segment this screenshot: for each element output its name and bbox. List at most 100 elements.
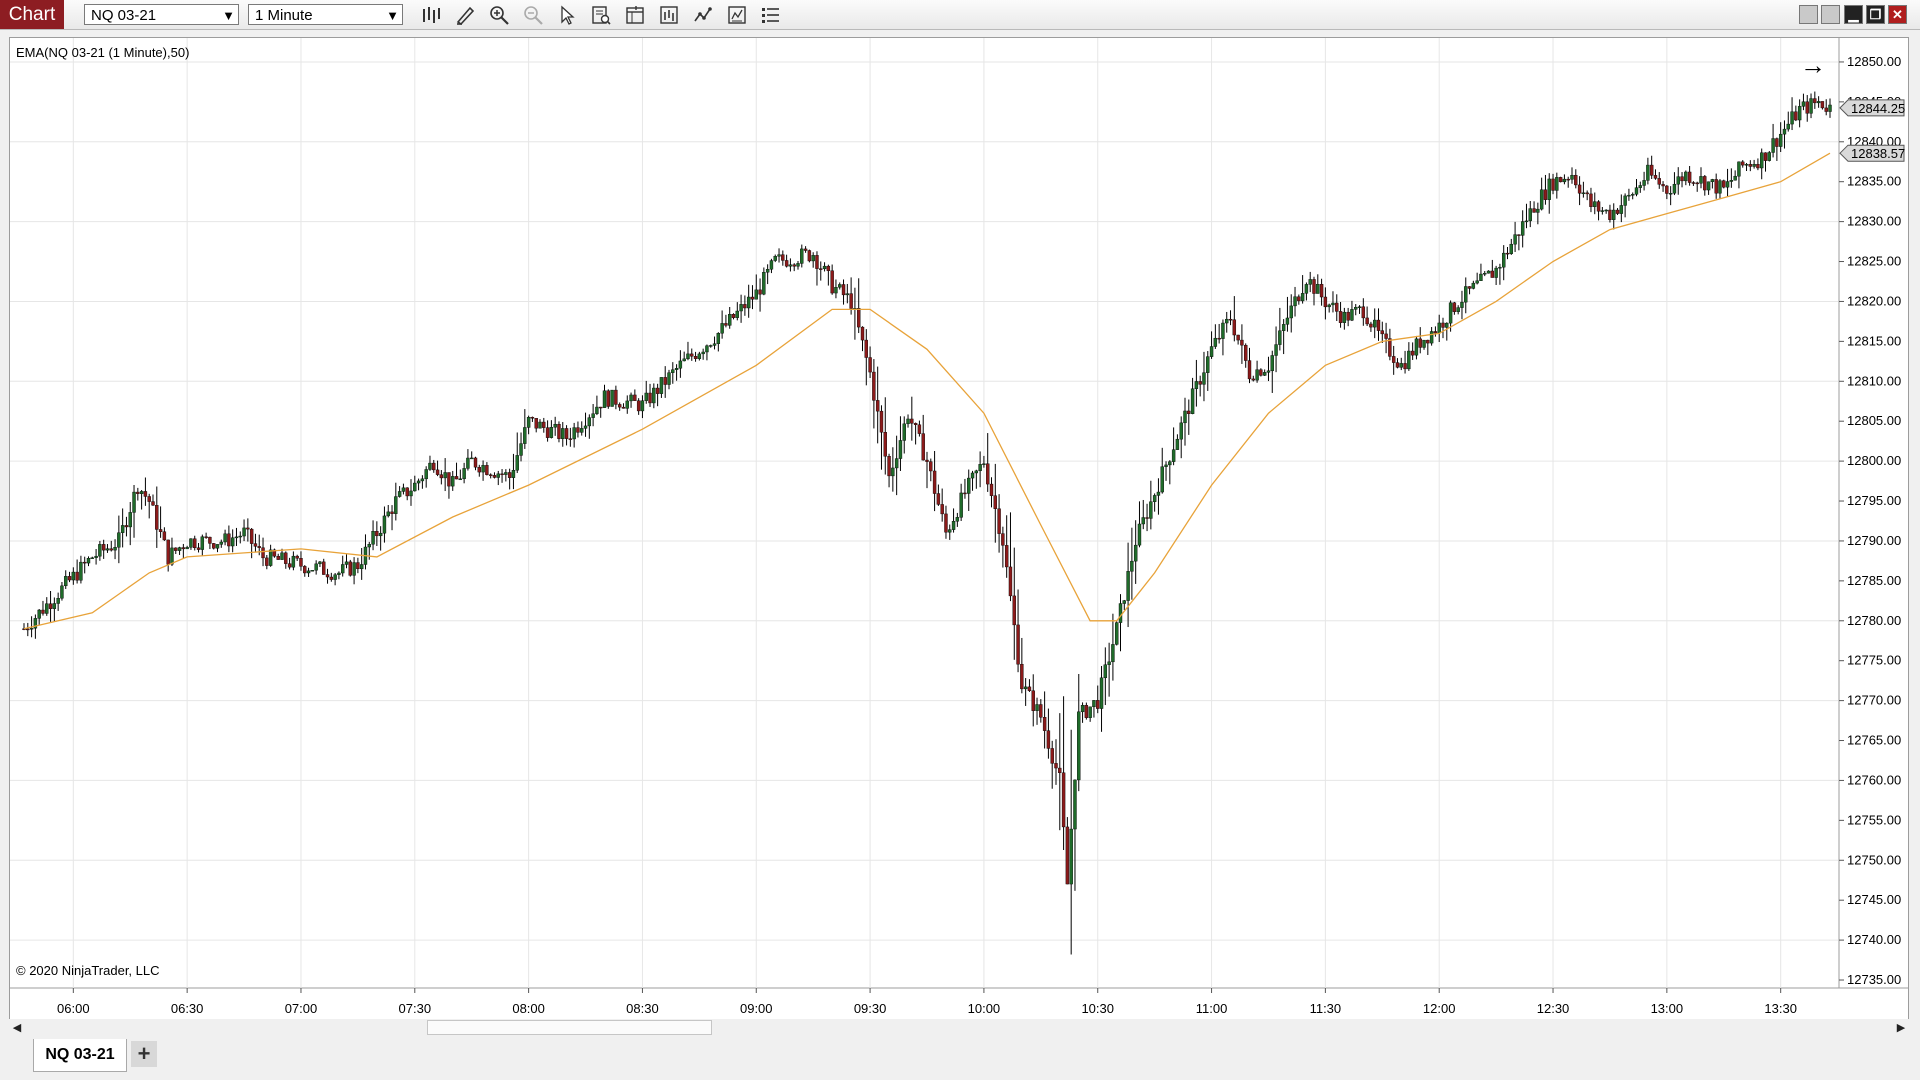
candle-body <box>1133 544 1138 562</box>
zoom-in-icon[interactable] <box>486 2 512 27</box>
candle-body <box>1547 178 1551 200</box>
interval-selector[interactable]: 1 Minute ▼ <box>248 4 403 25</box>
panel-toggle-icon[interactable] <box>1799 5 1818 24</box>
close-icon[interactable]: ✕ <box>1888 5 1907 24</box>
candle-body <box>1376 319 1381 331</box>
scroll-left-icon[interactable]: ◀ <box>9 1019 25 1037</box>
minimize-icon[interactable]: ▁ <box>1844 5 1863 24</box>
candle-body <box>826 265 831 271</box>
candle-body <box>1156 491 1161 496</box>
candle-body <box>731 314 736 318</box>
horizontal-scrollbar[interactable]: ◀ ▶ <box>9 1019 1909 1037</box>
candle-body <box>113 547 117 551</box>
candle-body <box>155 505 159 530</box>
pointer-icon[interactable] <box>554 2 580 27</box>
y-axis-tick-label: 12760.00 <box>1847 772 1901 787</box>
candle-body <box>1137 523 1142 546</box>
indicators-icon[interactable] <box>656 2 682 27</box>
instrument-selector[interactable]: NQ 03-21 ▼ <box>84 4 239 25</box>
candle-body <box>1312 279 1316 294</box>
candle-body <box>1471 282 1476 289</box>
candle-body <box>898 440 903 459</box>
strategies-icon[interactable] <box>690 2 716 27</box>
candle-body <box>796 263 800 267</box>
candle-body <box>906 418 910 425</box>
candle-body <box>728 314 732 326</box>
candle-body <box>1187 410 1191 414</box>
candle-body <box>242 527 246 537</box>
candle-body <box>1778 133 1783 147</box>
candle-body <box>1175 438 1180 450</box>
candle-body <box>803 248 808 251</box>
candle-body <box>716 332 721 344</box>
candle-body <box>940 504 944 515</box>
candle-body <box>1149 501 1153 519</box>
add-tab-button[interactable]: + <box>131 1041 157 1067</box>
candle-body <box>416 480 421 484</box>
zoom-out-icon[interactable] <box>520 2 546 27</box>
properties-icon[interactable] <box>622 2 648 27</box>
candle-body <box>1771 138 1775 153</box>
candle-body <box>970 472 975 479</box>
candle-body <box>170 547 174 565</box>
last-price-label: 12844.25 <box>1851 101 1905 116</box>
candle-body <box>1244 344 1248 361</box>
templates-icon[interactable] <box>724 2 750 27</box>
price-chart[interactable]: 12850.0012845.0012840.0012835.0012830.00… <box>10 38 1908 1026</box>
candle-body <box>1111 644 1115 663</box>
candle-body <box>1672 183 1677 194</box>
candle-body <box>1122 600 1126 604</box>
candle-body <box>397 491 402 497</box>
candle-body <box>617 404 622 408</box>
scroll-to-latest-icon[interactable]: → <box>1800 52 1826 78</box>
scrollbar-thumb[interactable] <box>427 1020 712 1035</box>
candle-body <box>223 533 227 543</box>
restore-icon[interactable]: ❐ <box>1866 5 1885 24</box>
candle-body <box>177 547 182 551</box>
candle-body <box>1813 98 1817 104</box>
candle-body <box>287 563 292 568</box>
panel-toggle-icon-2[interactable] <box>1821 5 1840 24</box>
candle-body <box>215 544 220 549</box>
bar-type-icon[interactable] <box>418 2 444 27</box>
candle-body <box>45 603 49 614</box>
candle-body <box>454 476 459 480</box>
candle-body <box>1391 356 1396 363</box>
x-axis-tick-label: 08:00 <box>512 1001 545 1016</box>
scroll-right-icon[interactable]: ▶ <box>1893 1019 1909 1037</box>
candle-body <box>1065 826 1070 885</box>
candle-body <box>1080 705 1085 713</box>
candle-body <box>822 265 827 270</box>
candle-body <box>644 392 648 401</box>
drawing-tools-icon[interactable] <box>452 2 478 27</box>
candle-body <box>1623 195 1627 206</box>
candle-body <box>162 531 167 541</box>
candle-body <box>777 254 781 257</box>
candle-body <box>652 387 656 404</box>
candle-body <box>553 423 557 428</box>
candle-body <box>1126 571 1130 601</box>
candle-body <box>329 576 334 580</box>
y-axis-tick-label: 12770.00 <box>1847 693 1901 708</box>
candle-body <box>249 528 254 544</box>
list-icon[interactable] <box>758 2 784 27</box>
candle-body <box>1555 177 1559 191</box>
candle-body <box>1722 180 1726 188</box>
candle-body <box>276 555 280 560</box>
candle-body <box>1073 779 1077 830</box>
candle-body <box>265 557 269 566</box>
candle-body <box>405 487 409 497</box>
chart-panel[interactable]: 12850.0012845.0012840.0012835.0012830.00… <box>9 37 1909 1027</box>
candle-body <box>849 293 853 309</box>
candle-body <box>1824 107 1828 112</box>
data-box-icon[interactable] <box>588 2 614 27</box>
candle-body <box>413 482 417 492</box>
tab-nq-03-21[interactable]: NQ 03-21 <box>33 1039 127 1072</box>
candle-body <box>819 268 823 270</box>
candle-body <box>185 547 189 550</box>
candle-body <box>1752 164 1756 167</box>
candle-body <box>583 425 588 429</box>
candle-body <box>967 477 971 494</box>
candle-body <box>1380 330 1384 335</box>
candle-body <box>599 406 603 409</box>
